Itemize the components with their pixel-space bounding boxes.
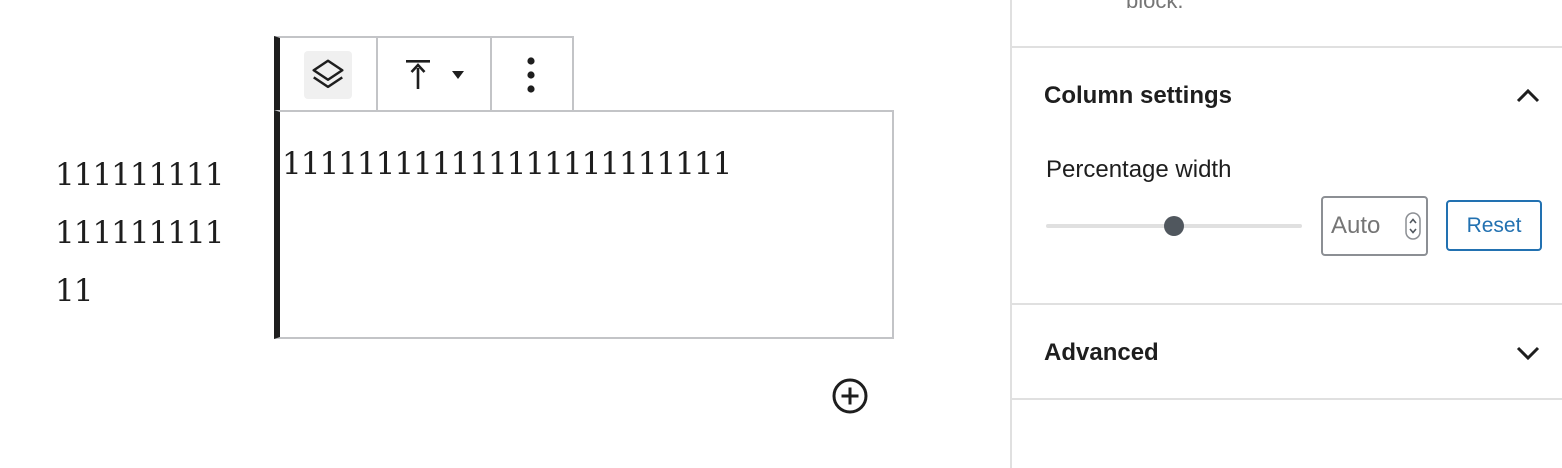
- panel-title: Column settings: [1044, 82, 1233, 109]
- reset-button[interactable]: Reset: [1446, 200, 1542, 251]
- text-line: 111111111: [55, 215, 225, 251]
- more-options-button[interactable]: [511, 51, 551, 99]
- percentage-width-input[interactable]: [1321, 196, 1428, 256]
- caret-down-icon: [452, 71, 464, 79]
- percentage-width-slider[interactable]: [1046, 212, 1302, 240]
- column-settings-header[interactable]: Column settings: [1044, 76, 1542, 116]
- width-number-field[interactable]: [1331, 212, 1401, 240]
- text-line: 111111111: [55, 157, 225, 193]
- select-parent-button[interactable]: [304, 51, 352, 99]
- align-top-icon: [406, 60, 430, 89]
- panel-title: Advanced: [1044, 339, 1159, 366]
- slider-thumb[interactable]: [1164, 216, 1184, 236]
- previous-panel-description: block.: [1126, 0, 1184, 13]
- text-line: 11: [55, 273, 93, 309]
- spinner-arrows-icon[interactable]: [1405, 212, 1421, 240]
- left-column-text[interactable]: 111111111 111111111 11: [55, 146, 255, 320]
- vertical-ellipsis-icon: [527, 57, 535, 93]
- selected-column-block[interactable]: 111111111111111111111111: [274, 110, 894, 339]
- editor-canvas: 111111111 111111111 11 11111111111111111…: [0, 0, 1010, 468]
- block-toolbar: [274, 36, 574, 112]
- vertical-align-button[interactable]: [403, 58, 465, 92]
- toolbar-group-parent: [280, 38, 376, 112]
- toolbar-group-more: [490, 38, 570, 112]
- chevron-down-icon: [1516, 346, 1540, 361]
- settings-sidebar: block. Column settings Percentage width …: [1010, 0, 1562, 468]
- percentage-width-label: Percentage width: [1046, 156, 1232, 183]
- divider: [1012, 46, 1562, 48]
- layers-icon: [312, 59, 344, 89]
- advanced-header[interactable]: Advanced: [1044, 333, 1542, 373]
- chevron-up-icon: [1516, 88, 1540, 103]
- column-paragraph[interactable]: 111111111111111111111111: [282, 146, 732, 182]
- add-block-button[interactable]: [831, 377, 869, 415]
- divider: [1012, 398, 1562, 400]
- plus-circle-icon: [832, 378, 868, 414]
- toolbar-group-align: [376, 38, 490, 112]
- divider: [1012, 303, 1562, 305]
